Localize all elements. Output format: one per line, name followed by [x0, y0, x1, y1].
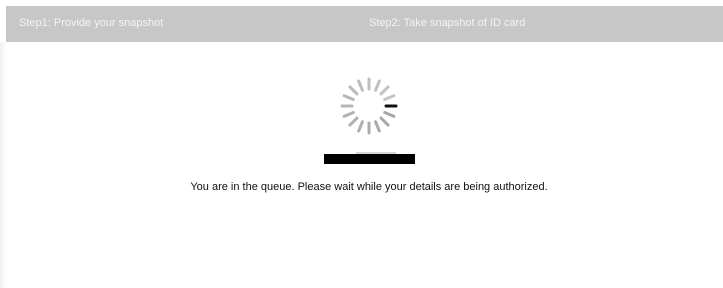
spinner-tick [348, 85, 359, 96]
spinner-tick [357, 120, 364, 133]
spinner-tick [342, 111, 355, 118]
redacted-user-name [324, 154, 415, 164]
loading-spinner-icon [340, 77, 398, 135]
spinner-tick [374, 79, 381, 92]
spinner-tick [379, 85, 390, 96]
verification-page: Step1: Provide your snapshot Step2: Take… [0, 0, 723, 288]
step-progress-bar: Step1: Provide your snapshot Step2: Take… [6, 6, 723, 42]
spinner-tick [383, 111, 396, 118]
spinner-tick [357, 79, 364, 92]
spinner-tick [342, 94, 355, 101]
step-2-label: Step2: Take snapshot of ID card [369, 17, 526, 29]
spinner-tick [379, 116, 390, 127]
spinner-tick [348, 116, 359, 127]
left-shadow-edge [0, 42, 6, 288]
spinner-tick [374, 120, 381, 133]
queue-status-message: You are in the queue. Please wait while … [190, 181, 548, 193]
step-1-label: Step1: Provide your snapshot [19, 17, 164, 29]
spinner-tick [383, 94, 396, 101]
